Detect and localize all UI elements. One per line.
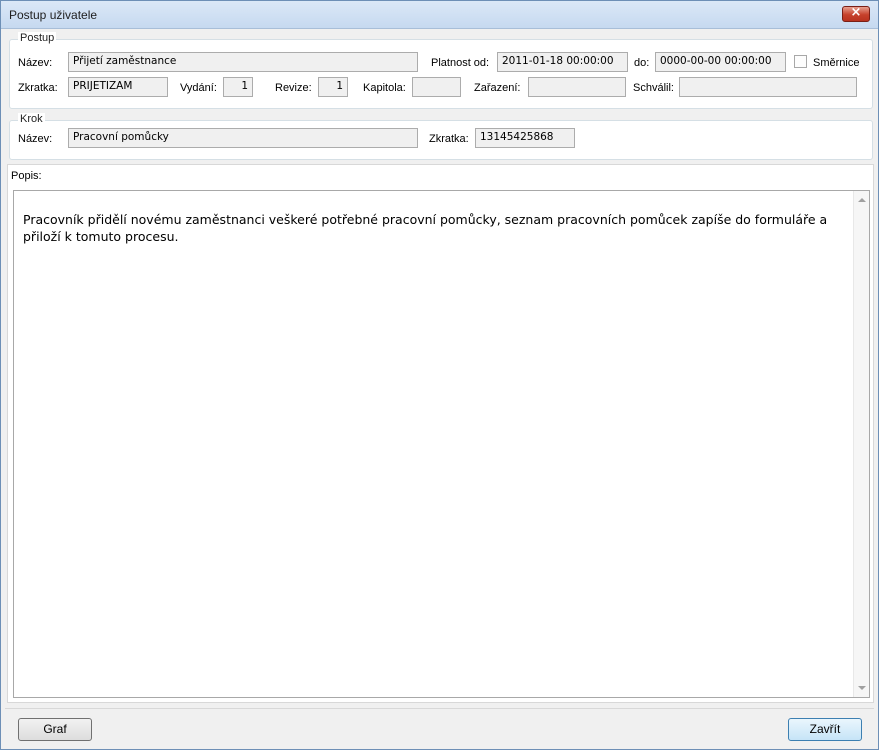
platnost-do-field[interactable]: 0000-00-00 00:00:00 xyxy=(655,52,786,72)
krok-nazev-label: Název: xyxy=(18,133,53,145)
scroll-down-icon[interactable] xyxy=(858,686,866,690)
graf-button[interactable]: Graf xyxy=(18,718,92,741)
platnost-do-label: do: xyxy=(634,57,650,69)
vydani-label: Vydání: xyxy=(180,82,217,94)
revize-field[interactable]: 1 xyxy=(318,77,348,97)
postup-nazev-field[interactable]: Přijetí zaměstnance xyxy=(68,52,418,72)
popis-textarea[interactable]: Pracovník přidělí novému zaměstnanci veš… xyxy=(13,190,870,698)
close-button[interactable]: × xyxy=(842,5,870,22)
zarazeni-label: Zařazení: xyxy=(474,82,521,94)
footer-divider xyxy=(5,708,874,709)
close-icon: × xyxy=(850,5,862,20)
scroll-up-icon[interactable] xyxy=(858,198,866,202)
postup-nazev-label: Název: xyxy=(18,57,53,69)
krok-legend: Krok xyxy=(18,113,45,125)
kapitola-field[interactable] xyxy=(412,77,461,97)
postup-group: Postup xyxy=(9,32,873,109)
title-bar[interactable]: Postup uživatele × xyxy=(1,1,878,29)
window-title: Postup uživatele xyxy=(9,8,98,22)
schvalil-field[interactable] xyxy=(679,77,857,97)
platnost-od-label: Platnost od: xyxy=(431,57,490,69)
dialog-window: Postup uživatele × Postup Název: Přijetí… xyxy=(0,0,879,750)
platnost-od-field[interactable]: 2011-01-18 00:00:00 xyxy=(497,52,628,72)
postup-legend: Postup xyxy=(18,32,57,44)
smernice-checkbox[interactable] xyxy=(794,55,807,68)
zkratka-label: Zkratka: xyxy=(18,82,58,94)
schvalil-label: Schválil: xyxy=(633,82,674,94)
revize-label: Revize: xyxy=(275,82,312,94)
krok-nazev-field[interactable]: Pracovní pomůcky xyxy=(68,128,418,148)
krok-zkratka-field[interactable]: 13145425868 xyxy=(475,128,575,148)
vydani-field[interactable]: 1 xyxy=(223,77,253,97)
kapitola-label: Kapitola: xyxy=(363,82,406,94)
zavrit-button[interactable]: Zavřít xyxy=(788,718,862,741)
popis-label: Popis: xyxy=(11,170,42,182)
zkratka-field[interactable]: PRIJETIZAM xyxy=(68,77,168,97)
krok-zkratka-label: Zkratka: xyxy=(429,133,469,145)
zarazeni-field[interactable] xyxy=(528,77,626,97)
smernice-label[interactable]: Směrnice xyxy=(813,57,859,69)
popis-scrollbar[interactable] xyxy=(853,191,869,697)
popis-text: Pracovník přidělí novému zaměstnanci veš… xyxy=(23,212,828,244)
